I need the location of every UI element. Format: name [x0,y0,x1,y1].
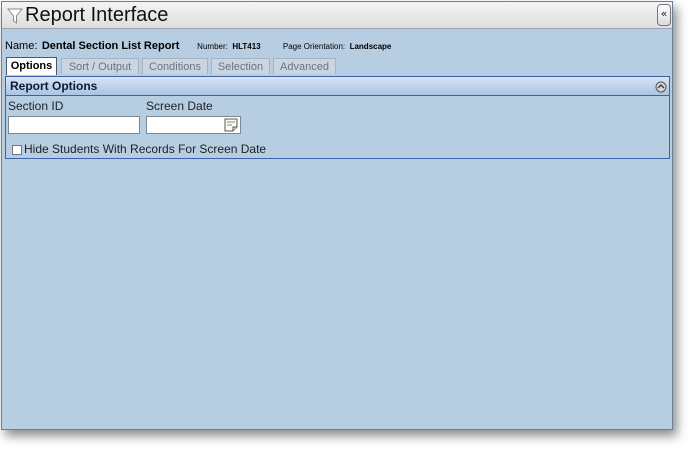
section-id-input[interactable] [8,116,140,134]
tab-selection[interactable]: Selection [211,58,270,74]
title-bar: Report Interface « [2,2,672,29]
circle-toggle-icon[interactable] [655,80,667,93]
calendar-icon[interactable] [224,118,238,132]
screen-date-label: Screen Date [146,99,213,113]
name-label: Name: [5,40,38,52]
report-name: Dental Section List Report [41,40,180,52]
hide-students-checkbox[interactable] [12,145,22,155]
report-interface-window: Report Interface « Name: Dental Section … [1,1,673,430]
tab-advanced[interactable]: Advanced [273,58,336,74]
panel-header: Report Options [6,77,669,96]
number-label: Number: [197,42,228,51]
hide-students-label: Hide Students With Records For Screen Da… [24,142,267,156]
orientation-label: Page Orientation: [282,42,346,51]
orientation-value: Landscape [349,42,392,51]
panel-title: Report Options [10,79,98,93]
section-id-label: Section ID [8,99,64,113]
tab-sort-output[interactable]: Sort / Output [61,58,139,74]
tab-options[interactable]: Options [6,57,57,75]
report-options-panel: Report Options Section ID Screen Date Hi… [5,76,670,159]
report-info-bar: Name: Dental Section List Report Number:… [5,36,391,52]
window-title: Report Interface [25,4,169,26]
filter-icon [6,8,24,24]
double-chevron-left-icon: « [660,7,668,20]
report-number: HLT413 [232,42,261,51]
tab-conditions[interactable]: Conditions [142,58,208,74]
collapse-button[interactable]: « [657,4,671,26]
